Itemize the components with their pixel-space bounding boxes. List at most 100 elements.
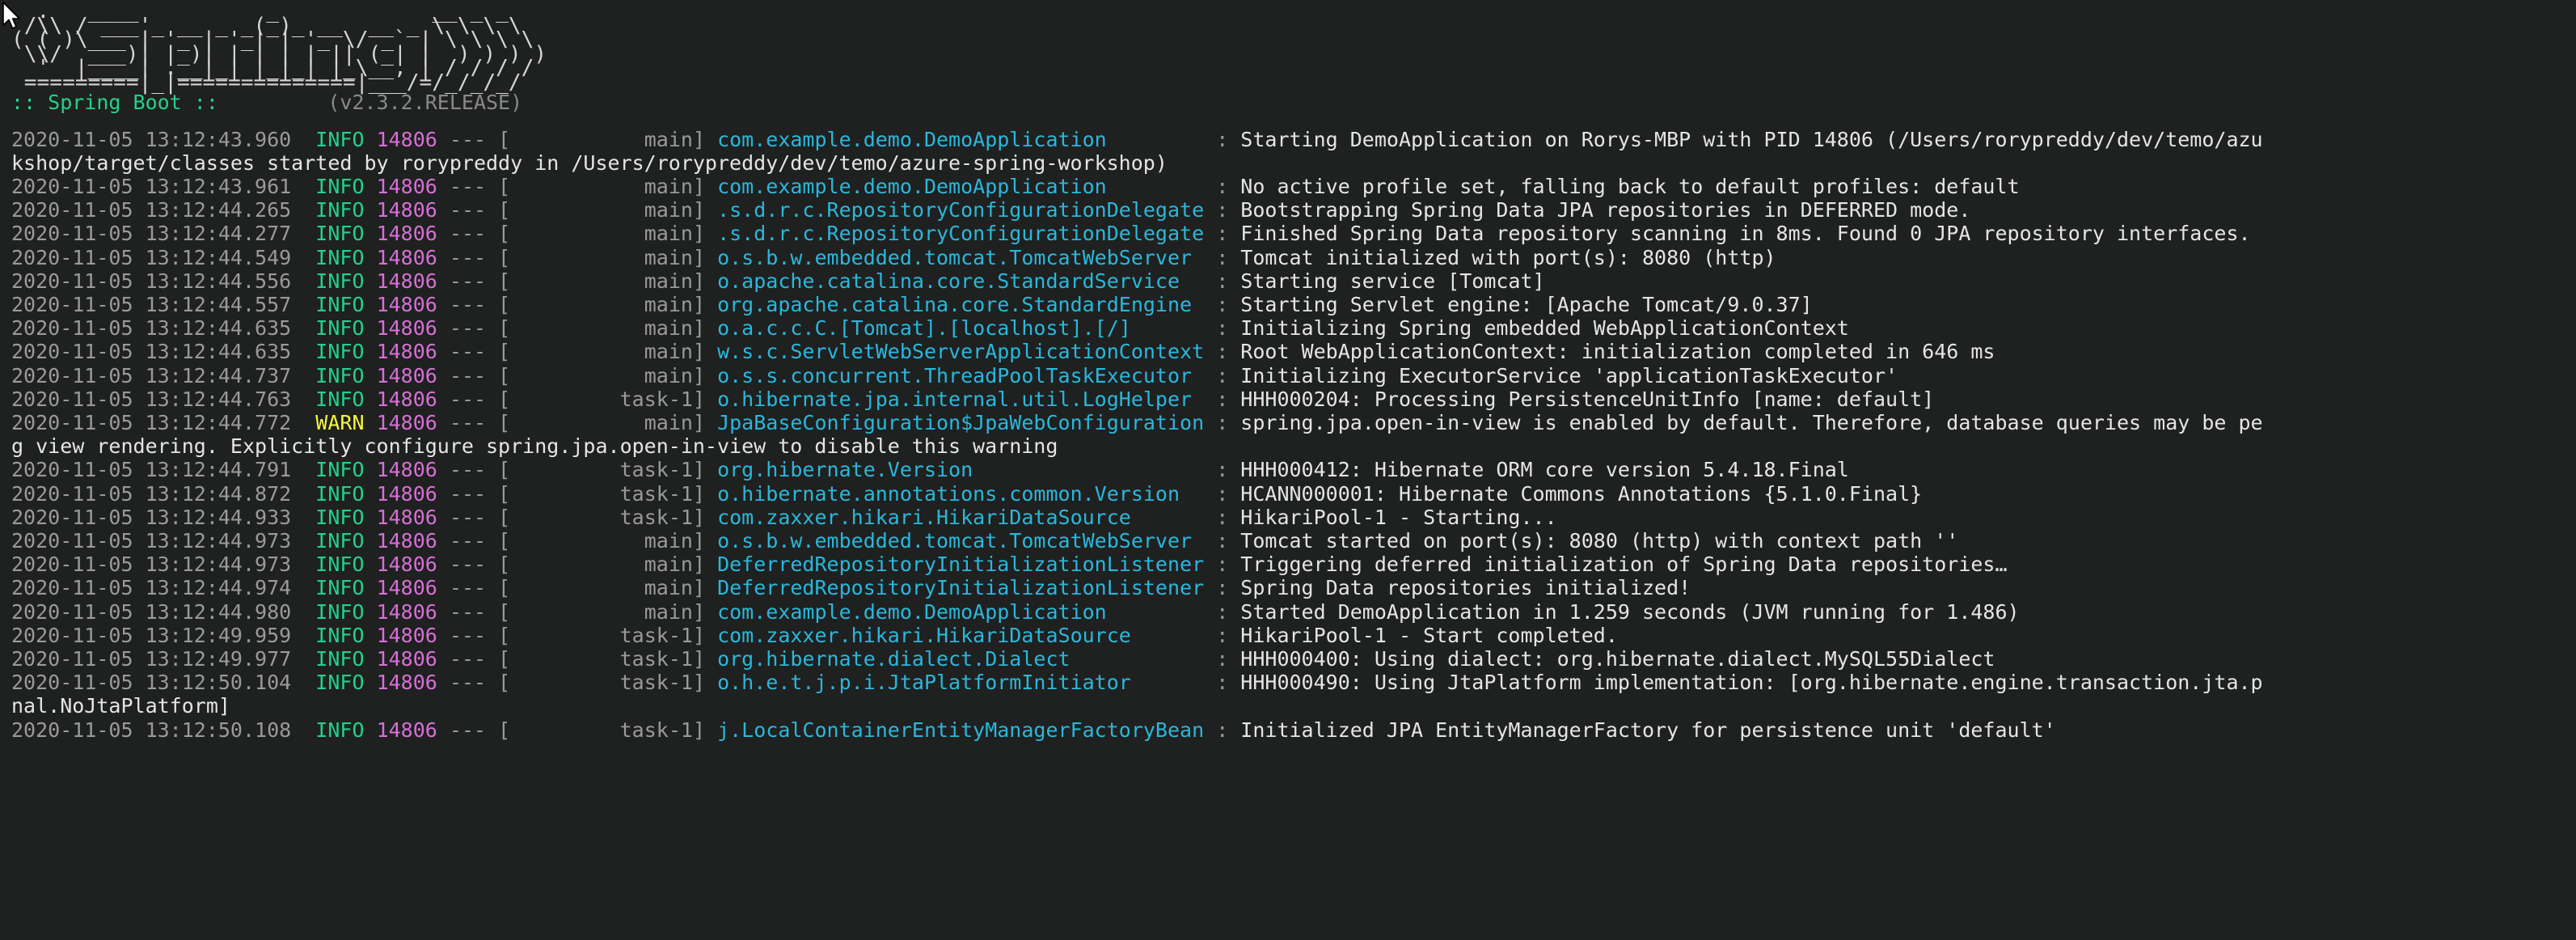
log-dashes: --- (437, 647, 499, 671)
log-logger: .s.d.r.c.RepositoryConfigurationDelegate (717, 198, 1205, 222)
log-sep (291, 624, 315, 647)
log-sep (365, 718, 377, 742)
log-dashes: --- (437, 599, 499, 624)
log-logger: JpaBaseConfiguration$JpaWebConfiguration (717, 411, 1205, 434)
log-sep (705, 624, 717, 647)
log-sep (365, 482, 377, 506)
log-colon: : (1204, 363, 1241, 387)
log-dashes: --- (437, 718, 499, 742)
log-sep (705, 506, 717, 529)
log-dashes: --- (437, 576, 499, 600)
log-output[interactable]: 2020-11-05 13:12:43.960 INFO 14806 --- [… (0, 128, 2576, 742)
log-bracket-open: [ (498, 292, 511, 316)
log-level: INFO (315, 340, 365, 364)
log-sep (365, 387, 377, 411)
log-sep (365, 316, 377, 340)
log-timestamp: 2020-11-05 13:12:50.108 (11, 718, 292, 742)
log-thread: task-1 (510, 623, 693, 647)
log-sep (365, 411, 377, 434)
log-sep (291, 128, 315, 151)
log-pid: 14806 (376, 481, 437, 506)
log-timestamp: 2020-11-05 13:12:43.960 (11, 127, 292, 151)
log-bracket-close: ] (692, 363, 706, 387)
log-timestamp: 2020-11-05 13:12:44.980 (11, 599, 292, 624)
log-colon: : (1204, 174, 1241, 198)
log-message: HHH000412: Hibernate ORM core version 5.… (1240, 458, 1849, 482)
log-timestamp: 2020-11-05 13:12:44.772 (11, 411, 292, 434)
log-line: 2020-11-05 13:12:44.277 INFO 14806 --- [… (11, 222, 2576, 245)
log-level: INFO (315, 718, 365, 742)
log-bracket-close: ] (692, 411, 706, 434)
log-colon: : (1204, 529, 1241, 553)
log-pid: 14806 (376, 599, 437, 624)
log-sep (705, 458, 717, 481)
banner-spacer (218, 91, 327, 114)
log-logger: o.h.e.t.j.p.i.JtaPlatformInitiator (717, 671, 1205, 695)
log-dashes: --- (437, 671, 499, 695)
log-line: 2020-11-05 13:12:50.108 INFO 14806 --- [… (11, 718, 2576, 742)
log-timestamp: 2020-11-05 13:12:44.872 (11, 481, 292, 506)
log-logger: org.hibernate.Version (717, 458, 1205, 482)
log-pid: 14806 (376, 529, 437, 553)
log-thread: task-1 (510, 387, 693, 411)
log-timestamp: 2020-11-05 13:12:44.973 (11, 553, 292, 577)
log-logger: o.s.b.w.embedded.tomcat.TomcatWebServer (717, 245, 1205, 269)
log-bracket-open: [ (498, 671, 511, 695)
log-sep (291, 671, 315, 694)
log-colon: : (1204, 245, 1241, 269)
log-message: Tomcat started on port(s): 8080 (http) w… (1240, 529, 1959, 553)
log-dashes: --- (437, 127, 499, 151)
log-message: Root WebApplicationContext: initializati… (1240, 340, 1995, 364)
log-bracket-close: ] (692, 387, 706, 411)
log-line: 2020-11-05 13:12:50.104 INFO 14806 --- [… (11, 671, 2576, 694)
log-sep (705, 316, 717, 340)
log-level: INFO (315, 245, 365, 269)
log-bracket-open: [ (498, 481, 511, 506)
log-message: spring.jpa.open-in-view is enabled by de… (1240, 411, 2263, 434)
log-pid: 14806 (376, 222, 437, 246)
log-sep (291, 246, 315, 269)
log-pid: 14806 (376, 174, 437, 198)
log-dashes: --- (437, 198, 499, 222)
log-level: INFO (315, 292, 365, 316)
log-colon: : (1204, 316, 1241, 341)
log-bracket-open: [ (498, 363, 511, 387)
log-bracket-close: ] (692, 198, 706, 222)
log-sep (365, 222, 377, 245)
log-level: INFO (315, 599, 365, 624)
log-message: No active profile set, falling back to d… (1240, 174, 2020, 198)
log-message: HHH000490: Using JtaPlatform implementat… (1240, 671, 2263, 695)
log-sep (705, 246, 717, 269)
log-timestamp: 2020-11-05 13:12:44.265 (11, 198, 292, 222)
log-sep (291, 222, 315, 245)
spring-boot-version: (v2.3.2.RELEASE) (327, 90, 523, 114)
log-colon: : (1204, 599, 1241, 624)
log-sep (365, 624, 377, 647)
log-thread: main (510, 411, 693, 434)
log-sep (365, 458, 377, 481)
log-wrapped-text: g view rendering. Explicitly configure s… (11, 434, 1058, 459)
log-timestamp: 2020-11-05 13:12:43.961 (11, 174, 292, 198)
log-bracket-open: [ (498, 174, 511, 198)
log-thread: task-1 (510, 647, 693, 671)
log-wrapped-text: nal.NoJtaPlatform] (11, 694, 230, 718)
log-message: Initialized JPA EntityManagerFactory for… (1240, 718, 2056, 742)
log-bracket-close: ] (692, 481, 706, 506)
log-bracket-close: ] (692, 623, 706, 647)
log-sep (291, 576, 315, 599)
log-bracket-close: ] (692, 174, 706, 198)
log-pid: 14806 (376, 718, 437, 742)
log-line: 2020-11-05 13:12:44.635 INFO 14806 --- [… (11, 316, 2576, 340)
log-bracket-close: ] (692, 340, 706, 364)
log-level: INFO (315, 127, 365, 151)
log-level: INFO (315, 553, 365, 577)
log-sep (365, 340, 377, 363)
terminal-window[interactable]: . ____ _ __ _ _ /\\ / ___'_ __ _ _(_)_ _… (0, 0, 2576, 940)
log-sep (705, 576, 717, 599)
log-bracket-open: [ (498, 316, 511, 341)
log-sep (291, 411, 315, 434)
log-bracket-open: [ (498, 623, 511, 647)
log-dashes: --- (437, 316, 499, 341)
log-bracket-open: [ (498, 599, 511, 624)
log-sep (291, 340, 315, 363)
